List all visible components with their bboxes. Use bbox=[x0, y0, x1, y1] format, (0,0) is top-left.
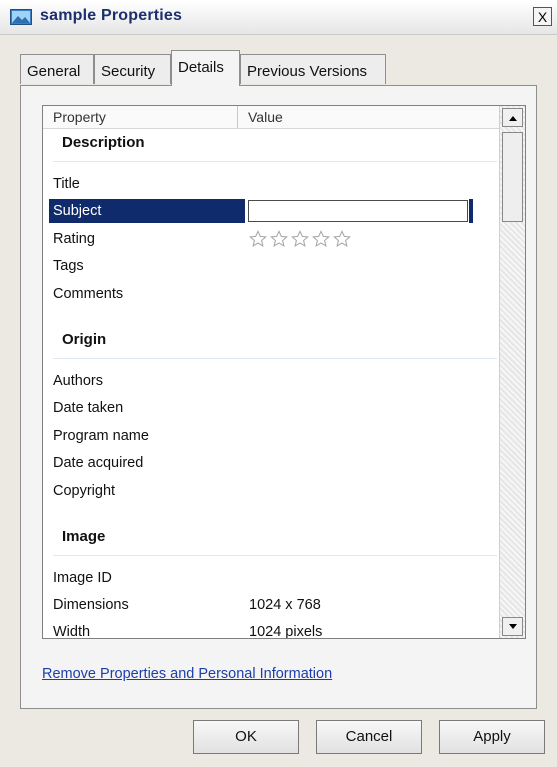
group-divider bbox=[53, 358, 497, 359]
title-bar: sample Properties X bbox=[0, 0, 557, 35]
window-title: sample Properties bbox=[40, 7, 183, 24]
subject-input[interactable] bbox=[248, 200, 468, 222]
ok-button[interactable]: OK bbox=[193, 720, 299, 754]
row-title[interactable]: Title bbox=[53, 176, 80, 192]
column-header-property[interactable]: Property bbox=[53, 109, 106, 125]
scroll-thumb[interactable] bbox=[502, 132, 523, 222]
row-width[interactable]: Width bbox=[53, 624, 90, 638]
star-outline-icon[interactable] bbox=[270, 230, 288, 248]
row-authors[interactable]: Authors bbox=[53, 373, 103, 389]
picture-file-icon bbox=[10, 9, 32, 25]
row-copyright[interactable]: Copyright bbox=[53, 483, 115, 499]
row-program-name[interactable]: Program name bbox=[53, 428, 149, 444]
group-image: Image bbox=[62, 528, 106, 545]
column-header-value[interactable]: Value bbox=[248, 109, 283, 125]
scroll-down-button[interactable] bbox=[502, 617, 523, 636]
group-divider bbox=[53, 555, 497, 556]
close-button[interactable]: X bbox=[533, 7, 552, 26]
group-description: Description bbox=[62, 134, 145, 151]
star-outline-icon[interactable] bbox=[249, 230, 267, 248]
row-dimensions[interactable]: Dimensions bbox=[53, 597, 129, 613]
tab-security[interactable]: Security bbox=[94, 54, 171, 84]
row-tags[interactable]: Tags bbox=[53, 258, 84, 274]
column-divider[interactable] bbox=[237, 106, 238, 128]
arrow-up-icon bbox=[508, 116, 517, 121]
row-rating[interactable]: Rating bbox=[53, 231, 95, 247]
arrow-down-icon bbox=[508, 624, 517, 629]
cancel-button[interactable]: Cancel bbox=[316, 720, 422, 754]
row-date-acquired[interactable]: Date acquired bbox=[53, 455, 143, 471]
row-date-taken[interactable]: Date taken bbox=[53, 400, 123, 416]
row-subject[interactable]: Subject bbox=[53, 203, 101, 219]
row-comments[interactable]: Comments bbox=[53, 286, 123, 302]
rating-stars[interactable] bbox=[249, 230, 354, 250]
scroll-up-button[interactable] bbox=[502, 108, 523, 127]
property-list[interactable]: Property Value Description Title Subject… bbox=[42, 105, 526, 639]
star-outline-icon[interactable] bbox=[333, 230, 351, 248]
subject-edit-marker bbox=[469, 199, 473, 223]
row-image-id[interactable]: Image ID bbox=[53, 570, 112, 586]
star-outline-icon[interactable] bbox=[312, 230, 330, 248]
apply-button[interactable]: Apply bbox=[439, 720, 545, 754]
group-origin: Origin bbox=[62, 331, 107, 348]
value-width[interactable]: 1024 pixels bbox=[249, 624, 322, 638]
tab-general[interactable]: General bbox=[20, 54, 94, 84]
value-dimensions[interactable]: 1024 x 768 bbox=[249, 597, 321, 613]
star-outline-icon[interactable] bbox=[291, 230, 309, 248]
group-divider bbox=[53, 161, 497, 162]
vertical-scrollbar[interactable] bbox=[499, 106, 525, 638]
tab-previous-versions[interactable]: Previous Versions bbox=[240, 54, 386, 84]
remove-properties-link[interactable]: Remove Properties and Personal Informati… bbox=[42, 666, 332, 682]
column-header: Property Value bbox=[43, 106, 499, 129]
tab-details[interactable]: Details bbox=[171, 50, 240, 86]
